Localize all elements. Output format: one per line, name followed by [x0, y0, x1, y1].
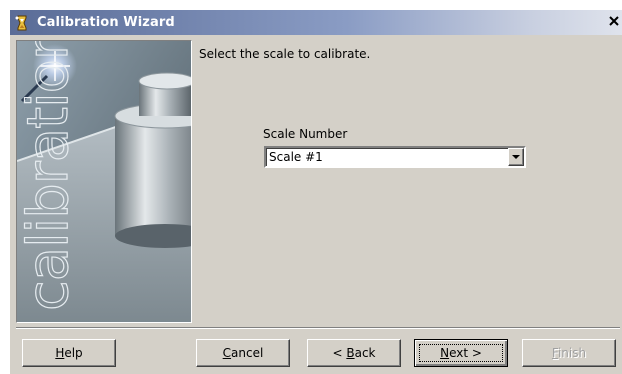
- scale-number-label: Scale Number: [263, 127, 348, 141]
- calibration-weight-image: calibration: [16, 40, 192, 323]
- wizard-icon: [13, 14, 31, 32]
- watermark-text: calibration: [17, 41, 81, 311]
- back-button[interactable]: < Back: [307, 339, 401, 367]
- finish-label: Finish: [551, 346, 587, 360]
- focus-rectangle: [419, 344, 503, 362]
- scale-number-select[interactable]: Scale #1: [264, 146, 526, 168]
- scale-number-value: Scale #1: [269, 150, 323, 164]
- calibration-wizard-window: Calibration Wizard calibration Select th…: [10, 10, 622, 374]
- separator: [16, 327, 620, 329]
- back-label: < Back: [332, 346, 376, 360]
- close-icon[interactable]: [606, 14, 622, 30]
- cancel-label: Cancel: [222, 346, 264, 360]
- cancel-button[interactable]: Cancel: [196, 339, 290, 367]
- window-title: Calibration Wizard: [37, 15, 175, 30]
- chevron-down-icon[interactable]: [508, 148, 524, 166]
- instruction-text: Select the scale to calibrate.: [199, 47, 371, 61]
- help-label: Help: [55, 346, 83, 360]
- title-bar[interactable]: Calibration Wizard: [10, 10, 622, 35]
- help-button[interactable]: Help: [22, 339, 116, 367]
- next-button[interactable]: Next >: [414, 339, 508, 367]
- finish-button[interactable]: Finish: [522, 339, 616, 367]
